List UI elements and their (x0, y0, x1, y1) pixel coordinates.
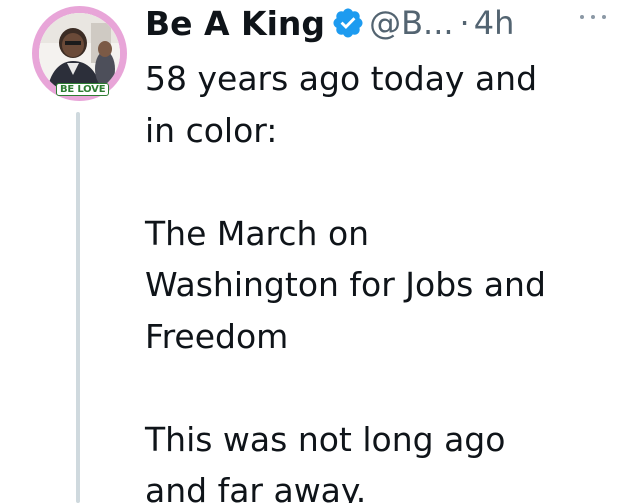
avatar-photo (39, 13, 120, 94)
author-avatar[interactable]: BE LOVE (32, 6, 127, 101)
thread-line (76, 112, 80, 503)
tweet-text-line: The March on (145, 213, 370, 253)
display-name[interactable]: Be A King (145, 4, 325, 43)
more-options-icon[interactable] (580, 10, 606, 24)
author-handle[interactable]: @B... (369, 4, 453, 42)
avatar-badge: BE LOVE (56, 83, 110, 96)
tweet-timestamp[interactable]: 4h (474, 4, 515, 42)
tweet-header: Be A King @B... · 4h (145, 2, 514, 44)
paragraph-break (145, 156, 625, 208)
tweet[interactable]: BE LOVE Be A King @B... · 4h 58 years ag… (0, 0, 640, 503)
tweet-text-line: 58 years ago today and (145, 59, 538, 98)
tweet-text: 58 years ago today and in color: The Mar… (145, 53, 625, 503)
tweet-text-line: This was not long ago (145, 419, 506, 459)
verified-badge-icon (331, 6, 365, 40)
tweet-text-line: Freedom (145, 316, 289, 356)
separator-dot: · (459, 4, 470, 42)
tweet-text-line: in color: (145, 110, 278, 150)
tweet-text-line: and far away. (145, 471, 367, 503)
tweet-text-line: Washington for Jobs and (145, 265, 546, 304)
paragraph-break (145, 362, 625, 414)
